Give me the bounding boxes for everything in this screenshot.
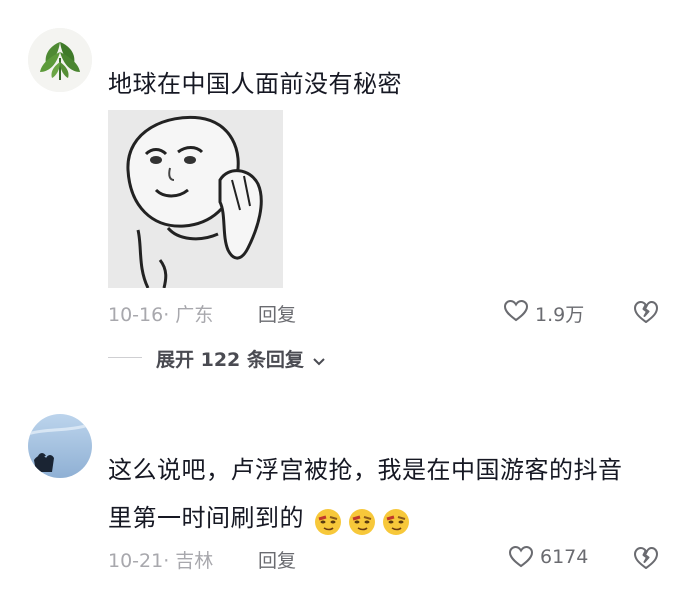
comment-sticker-image[interactable]	[108, 110, 283, 288]
heart-outline-icon	[508, 545, 534, 568]
leaf-avatar-icon	[28, 28, 92, 92]
smirk-emoji-icon	[315, 508, 342, 535]
broken-heart-icon	[634, 301, 658, 323]
comment-text-line1: 这么说吧，卢浮宫被抢，我是在中国游客的抖音	[108, 456, 623, 484]
comment-text: 地球在中国人面前没有秘密	[108, 70, 402, 98]
meme-face-sticker	[108, 110, 283, 288]
comment-text-line2: 里第一时间刷到的	[108, 504, 304, 532]
expand-replies-label: 展开 122 条回复	[156, 349, 304, 371]
broken-heart-icon	[634, 547, 658, 569]
user-avatar[interactable]	[28, 28, 92, 92]
smirk-emoji-icon	[349, 508, 376, 535]
chevron-down-icon	[313, 357, 325, 365]
silhouette-avatar-icon	[28, 414, 92, 478]
expand-replies-button[interactable]: 展开 122 条回复	[156, 345, 327, 371]
like-count: 1.9万	[535, 304, 585, 326]
dislike-button[interactable]	[632, 544, 660, 572]
like-button[interactable]: 1.9万	[503, 298, 603, 326]
replies-divider	[108, 357, 142, 358]
comment-meta: 10-21· 吉林	[108, 550, 214, 572]
heart-outline-icon	[503, 299, 529, 322]
smirk-emoji-icon	[383, 508, 410, 535]
reply-button[interactable]: 回复	[258, 546, 296, 573]
user-avatar[interactable]	[28, 414, 92, 478]
dislike-button[interactable]	[632, 298, 660, 326]
like-count: 6174	[540, 546, 589, 568]
like-button[interactable]: 6174	[508, 544, 608, 572]
comment-text-line2-row: 里第一时间刷到的	[108, 500, 411, 536]
comment-meta: 10-16· 广东	[108, 304, 214, 326]
reply-button[interactable]: 回复	[258, 300, 296, 327]
